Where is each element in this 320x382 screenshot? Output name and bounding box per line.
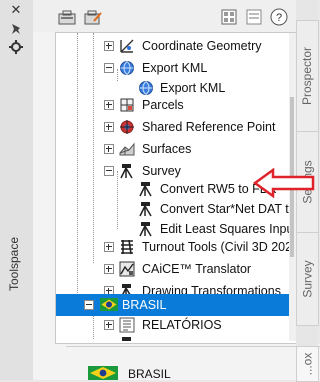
pin-icon[interactable] [8, 22, 24, 36]
tab-survey[interactable]: Survey [296, 232, 319, 326]
collapse-icon[interactable] [104, 63, 114, 73]
toolbox-icon[interactable] [57, 8, 77, 26]
shared-reference-icon [120, 120, 134, 134]
survey-tripod-icon [122, 337, 131, 341]
survey-tripod-icon [139, 202, 152, 217]
surfaces-icon [119, 142, 135, 156]
brazil-flag-icon [100, 298, 118, 311]
grid-view-icon[interactable] [219, 8, 239, 26]
globe-icon [120, 61, 134, 76]
expand-icon[interactable] [104, 122, 114, 132]
tree-item-caice-translator[interactable]: CAiCE™ Translator [56, 258, 290, 280]
bottom-bar: BRASIL [66, 344, 320, 381]
help-icon[interactable]: ? [269, 8, 289, 26]
tree-item-coordinate-geometry[interactable]: Coordinate Geometry [56, 35, 290, 57]
palette-title-bar: ✕ Toolspace [0, 0, 34, 380]
expand-icon[interactable] [104, 41, 114, 51]
list-view-icon[interactable] [244, 8, 264, 26]
caice-icon [119, 261, 135, 277]
expand-icon[interactable] [104, 100, 114, 110]
expand-icon[interactable] [104, 242, 114, 252]
palette-title: Toolspace [7, 236, 22, 292]
collapse-icon[interactable] [84, 300, 94, 310]
tab-toolbox[interactable]: ...ox [296, 346, 319, 382]
reports-icon [119, 317, 135, 333]
expand-icon[interactable] [104, 264, 114, 274]
tree-item-parcels[interactable]: Parcels [56, 94, 290, 116]
properties-icon[interactable] [8, 40, 24, 54]
expand-icon[interactable] [104, 144, 114, 154]
tree-item-brasil[interactable]: BRASIL [56, 294, 290, 316]
collapse-icon[interactable] [104, 166, 114, 176]
brazil-flag-icon [88, 366, 118, 380]
toolbox-edit-icon[interactable] [83, 8, 103, 26]
toolbar: ? [33, 0, 296, 32]
survey-tripod-icon [139, 182, 152, 197]
survey-tripod-icon [139, 222, 152, 237]
tree-item-turnout-tools[interactable]: Turnout Tools (Civil 3D 202... [56, 236, 298, 258]
tree-item-export-kml-folder[interactable]: Export KML [56, 57, 290, 79]
tree-item-convert-starnet[interactable]: Convert Star*Net DAT t... [56, 198, 298, 220]
tree-item-shared-reference-point[interactable]: Shared Reference Point [56, 116, 290, 138]
tab-prospector[interactable]: Prospector [296, 20, 319, 132]
parcels-icon [120, 98, 134, 112]
survey-tripod-icon [120, 164, 133, 179]
turnout-icon [121, 239, 133, 255]
coordinate-geometry-icon [120, 39, 134, 53]
red-arrow-annotation [253, 168, 315, 198]
close-icon[interactable]: ✕ [8, 4, 24, 18]
svg-text:?: ? [276, 12, 282, 24]
tree-item-surfaces[interactable]: Surfaces [56, 138, 290, 160]
expand-icon[interactable] [104, 320, 114, 330]
tree-item-partial[interactable] [56, 333, 290, 343]
